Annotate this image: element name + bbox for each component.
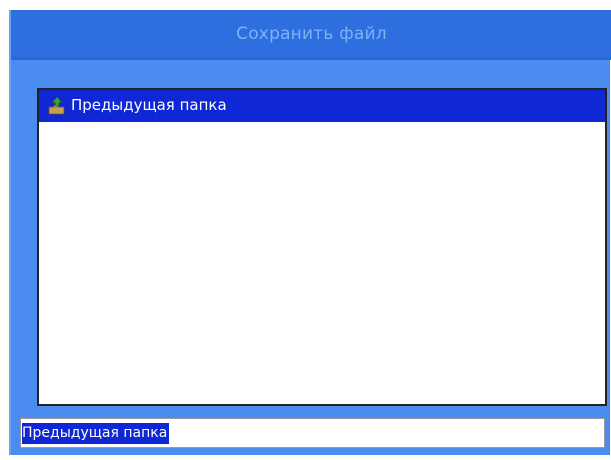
save-file-dialog: Сохранить файл Предыдущая папка Предыдущ… (9, 10, 611, 455)
dialog-title-bar: Сохранить файл (11, 10, 611, 60)
screen: Сохранить файл Предыдущая папка Предыдущ… (0, 0, 611, 460)
file-list[interactable]: Предыдущая папка (37, 88, 607, 406)
up-folder-icon (48, 96, 65, 115)
list-item-previous-folder[interactable]: Предыдущая папка (39, 90, 605, 122)
dialog-title: Сохранить файл (236, 24, 387, 44)
filename-input[interactable]: Предыдущая папка (20, 418, 605, 448)
list-item-label: Предыдущая папка (71, 96, 227, 114)
filename-input-value: Предыдущая папка (22, 423, 170, 444)
